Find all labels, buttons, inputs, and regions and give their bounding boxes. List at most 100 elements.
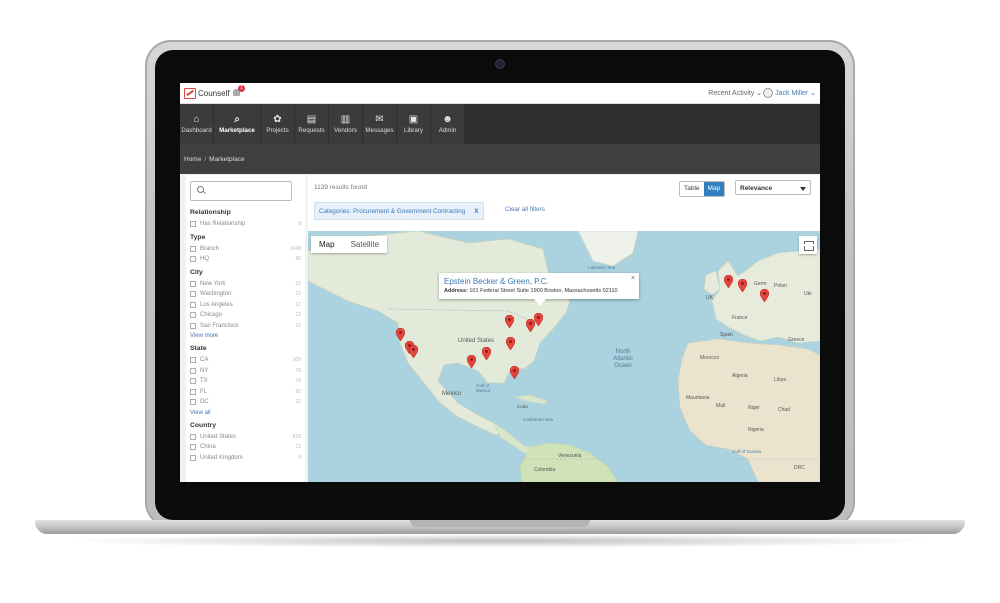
checkbox[interactable] [190, 388, 196, 395]
filter-option[interactable]: Chicago 12 [190, 310, 301, 321]
results-count: 1139 results found [314, 184, 367, 191]
table-view-button[interactable]: Table [680, 182, 704, 196]
filter-option[interactable]: Branch 1048 [190, 244, 301, 255]
south-america-landmass [519, 442, 619, 482]
checkbox[interactable] [190, 444, 196, 451]
option-label: United States [200, 433, 237, 440]
map-marker[interactable] [738, 279, 747, 292]
filter-option[interactable]: United States 828 [190, 432, 301, 443]
map-infowindow: Epstein Becker & Green, P.C. Address: 10… [439, 273, 639, 306]
map-marker[interactable] [505, 315, 514, 328]
nav-label: Vendors [334, 127, 357, 134]
filter-option[interactable]: NY 79 [190, 366, 301, 377]
checkbox[interactable] [190, 291, 196, 298]
checkbox[interactable] [190, 280, 196, 287]
infowindow-title[interactable]: Epstein Becker & Green, P.C. [444, 277, 634, 286]
checkbox[interactable] [190, 433, 196, 440]
nav-filler [465, 104, 820, 144]
filter-option[interactable]: FL 60 [190, 387, 301, 398]
notifications-button[interactable]: 1 [232, 85, 245, 98]
option-label: Los Angeles [200, 301, 233, 308]
filter-option[interactable]: Los Angeles 12 [190, 300, 301, 311]
filter-option[interactable]: CA 108 [190, 355, 301, 366]
search-input[interactable] [190, 181, 292, 201]
greenland-landmass [577, 231, 639, 267]
brand-logo[interactable]: Counself [184, 88, 230, 99]
clear-filters-link[interactable]: Clear all filters [505, 206, 545, 213]
nav-library[interactable]: ▣ Library [397, 104, 431, 144]
filter-option[interactable]: HQ 96 [190, 254, 301, 265]
fullscreen-button[interactable] [799, 236, 817, 254]
map-marker[interactable] [467, 355, 476, 368]
option-count: 60 [295, 388, 301, 395]
nav-marketplace[interactable]: ⌕ Marketplace [214, 104, 261, 144]
filter-option[interactable]: China 12 [190, 442, 301, 453]
option-label: FL [200, 388, 208, 395]
filter-option[interactable]: DC 12 [190, 397, 301, 408]
remove-filter-button[interactable]: X [474, 208, 478, 215]
map-type-control: Map Satellite [311, 236, 388, 253]
checkbox[interactable] [190, 312, 196, 319]
breadcrumb-separator: / [204, 155, 207, 163]
filter-option[interactable]: Has Relationship 8 [190, 219, 301, 230]
map-marker[interactable] [396, 328, 405, 341]
sort-select[interactable]: Relevance [735, 180, 811, 195]
option-label: TX [200, 378, 208, 385]
map-marker[interactable] [510, 366, 519, 379]
breadcrumb-home[interactable]: Home [184, 156, 201, 163]
map-label-greece: Greece [788, 337, 805, 343]
view-all-link[interactable]: View all [190, 410, 301, 416]
close-icon[interactable]: × [631, 275, 635, 282]
checkbox[interactable] [190, 245, 196, 252]
checkbox[interactable] [190, 399, 196, 406]
map-label-algeria: Algeria [732, 373, 748, 379]
filter-option[interactable]: Washington 12 [190, 289, 301, 300]
filter-option[interactable]: New York 22 [190, 279, 301, 290]
cuba-landmass [513, 394, 549, 405]
option-label: China [200, 444, 216, 451]
view-more-link[interactable]: View more [190, 333, 301, 339]
nav-projects[interactable]: ✿ Projects [261, 104, 295, 144]
user-name: Jack Miller ⌄ [775, 90, 816, 97]
user-menu[interactable]: Jack Miller ⌄ [763, 88, 816, 98]
map-marker[interactable] [506, 337, 515, 350]
map-label-morocco: Morocco [700, 355, 720, 361]
map-marker[interactable] [409, 345, 418, 358]
checkbox[interactable] [190, 322, 196, 329]
map-marker[interactable] [534, 313, 543, 326]
map-label-mauritania: Mauritania [686, 395, 710, 401]
filter-option[interactable]: San Francisco 10 [190, 321, 301, 332]
checkbox[interactable] [190, 367, 196, 374]
checkbox[interactable] [190, 454, 196, 461]
map-label-cuba: Cuba [517, 404, 528, 409]
map-label-drc: DRC [794, 465, 805, 471]
checkbox[interactable] [190, 357, 196, 364]
users-icon: ☻ [442, 114, 453, 125]
map-marker[interactable] [482, 347, 491, 360]
nav-admin[interactable]: ☻ Admin [431, 104, 465, 144]
checkbox[interactable] [190, 301, 196, 308]
option-count: 1048 [289, 245, 301, 252]
map-type-map-button[interactable]: Map [311, 236, 343, 253]
option-label: CA [200, 357, 209, 364]
option-count: 12 [295, 312, 301, 319]
nav-requests[interactable]: ▤ Requests [295, 104, 329, 144]
map-view-button[interactable]: Map [703, 182, 725, 196]
filter-option[interactable]: TX 79 [190, 376, 301, 387]
nav-vendors[interactable]: ▥ Vendors [329, 104, 363, 144]
map-marker[interactable] [760, 289, 769, 302]
checkbox[interactable] [190, 256, 196, 263]
option-label: Washington [200, 291, 232, 298]
nav-messages[interactable]: ✉ Messages [363, 104, 397, 144]
map-marker[interactable] [724, 275, 733, 288]
filter-option[interactable]: United Kingdom 9 [190, 453, 301, 464]
nav-dashboard[interactable]: ⌂ Dashboard [180, 104, 214, 144]
checkbox[interactable] [190, 378, 196, 385]
results-map[interactable]: United States Mexico Gulf of Mexico Cuba… [308, 231, 820, 482]
recent-activity-menu[interactable]: Recent Activity ⌄ [708, 89, 762, 97]
map-type-satellite-button[interactable]: Satellite [343, 236, 387, 253]
map-label-gulf: Gulf of Mexico [476, 383, 491, 393]
checkbox[interactable] [190, 221, 196, 228]
nav-label: Marketplace [219, 127, 255, 134]
option-count: 79 [295, 378, 301, 385]
